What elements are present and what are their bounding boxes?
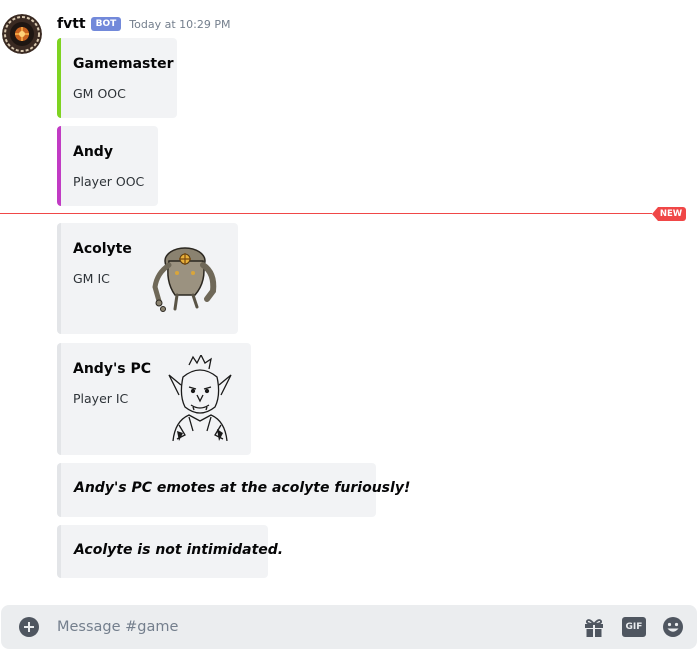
embed-description: Player IC: [73, 391, 129, 406]
embed-title: Acolyte: [73, 241, 132, 257]
message-composer: GIF: [1, 605, 697, 649]
chat-view: fvtt BOT Today at 10:29 PM Gamemaster GM…: [0, 0, 698, 657]
embed-emote-not-intimidated: Acolyte is not intimidated.: [57, 525, 283, 578]
embed-description: GM OOC: [73, 86, 126, 101]
embed-emote-text: Andy's PC emotes at the acolyte furiousl…: [74, 480, 411, 496]
bot-avatar[interactable]: [2, 14, 42, 54]
gift-icon[interactable]: [583, 616, 605, 638]
embed-title: Gamemaster: [73, 56, 174, 72]
message-timestamp[interactable]: Today at 10:29 PM: [129, 18, 230, 31]
embed-description: GM IC: [73, 271, 110, 286]
embed-emote-furious: Andy's PC emotes at the acolyte furiousl…: [57, 463, 410, 517]
emoji-icon[interactable]: [662, 616, 684, 638]
embed-andys-pc: Andy's PC Player IC: [57, 343, 251, 455]
message-header: fvtt BOT Today at 10:29 PM: [57, 14, 230, 34]
author-name[interactable]: fvtt: [57, 16, 86, 32]
embed-gamemaster: Gamemaster GM OOC: [57, 38, 177, 118]
gif-icon[interactable]: GIF: [622, 617, 646, 637]
acolyte-thumbnail[interactable]: [147, 243, 225, 315]
new-messages-badge: NEW: [652, 207, 686, 221]
embed-title: Andy's PC: [73, 361, 151, 377]
andys-pc-thumbnail[interactable]: [159, 353, 241, 442]
embed-title: Andy: [73, 144, 113, 160]
bot-tag: BOT: [90, 17, 122, 31]
new-messages-divider: [0, 213, 652, 214]
embed-acolyte: Acolyte GM IC: [57, 223, 238, 334]
embed-description: Player OOC: [73, 174, 145, 189]
embed-andy: Andy Player OOC: [57, 126, 158, 206]
message-input[interactable]: [57, 615, 557, 639]
embed-emote-text: Acolyte is not intimidated.: [74, 542, 284, 558]
add-attachment-icon[interactable]: [19, 617, 39, 637]
